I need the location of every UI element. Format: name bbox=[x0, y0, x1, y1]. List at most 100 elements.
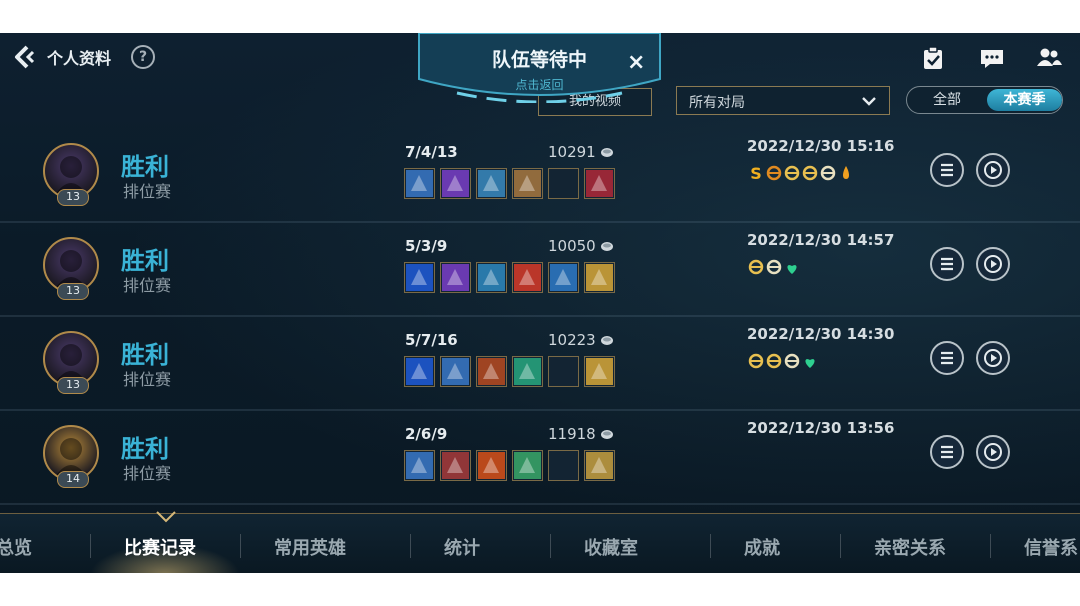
help-icon[interactable]: ? bbox=[131, 45, 155, 69]
s-rank-icon: S bbox=[750, 164, 762, 182]
page-title: 个人资料 bbox=[47, 49, 112, 68]
item-slot bbox=[548, 262, 579, 293]
list-icon bbox=[941, 351, 953, 365]
match-detail-button[interactable] bbox=[930, 435, 964, 469]
queue-waiting-banner[interactable]: 队伍等待中 点击返回 × bbox=[417, 33, 662, 103]
item-slot bbox=[476, 356, 507, 387]
triple-kill-icon bbox=[766, 259, 782, 275]
match-datetime: 2022/12/30 14:30 bbox=[747, 325, 895, 343]
item-slot bbox=[584, 450, 615, 481]
item-slot bbox=[440, 356, 471, 387]
match-mode: 排位赛 bbox=[123, 276, 172, 295]
list-icon bbox=[941, 163, 953, 177]
item-slot bbox=[584, 168, 615, 199]
match-row[interactable]: 13 胜利 排位赛 5/3/9 10050 2022/12/30 14:57 bbox=[0, 225, 1080, 317]
task-clipboard-icon[interactable] bbox=[920, 45, 946, 71]
row-divider bbox=[0, 315, 1080, 317]
match-datetime: 2022/12/30 13:56 bbox=[747, 419, 895, 437]
gold-amount: 10050 bbox=[548, 237, 596, 255]
hero-level-badge: 13 bbox=[57, 189, 89, 206]
replay-button[interactable] bbox=[976, 341, 1010, 375]
tab-item[interactable]: 总览 bbox=[0, 534, 32, 560]
friends-icon[interactable] bbox=[1036, 45, 1062, 71]
tab-item[interactable]: 比赛记录 bbox=[124, 534, 196, 560]
wings-icon bbox=[802, 165, 818, 181]
match-filter-value: 所有对局 bbox=[689, 95, 745, 111]
replay-button[interactable] bbox=[976, 435, 1010, 469]
chat-icon[interactable] bbox=[979, 45, 1005, 71]
tab-item[interactable]: 亲密关系 bbox=[874, 534, 946, 560]
tab-divider bbox=[410, 534, 411, 558]
gold-amount: 10223 bbox=[548, 331, 596, 349]
tab-item[interactable]: 信誉系 bbox=[1024, 534, 1078, 560]
wings-icon bbox=[766, 353, 782, 369]
tab-divider bbox=[710, 534, 711, 558]
replay-button[interactable] bbox=[976, 153, 1010, 187]
segment-all[interactable]: 全部 bbox=[907, 87, 987, 113]
kda: 5/3/9 bbox=[405, 237, 448, 255]
match-filter-dropdown[interactable]: 所有对局 bbox=[676, 86, 890, 115]
match-detail-button[interactable] bbox=[930, 341, 964, 375]
queue-return-link[interactable]: 点击返回 bbox=[417, 76, 662, 93]
shield-medal-icon bbox=[784, 165, 800, 181]
tab-divider bbox=[990, 534, 991, 558]
gold-coin-icon bbox=[601, 242, 613, 251]
item-slot bbox=[476, 262, 507, 293]
svg-text:S: S bbox=[750, 164, 762, 182]
item-slot bbox=[584, 356, 615, 387]
match-row[interactable]: 13 胜利 排位赛 7/4/13 10291 2022/12/30 15:16 … bbox=[0, 131, 1080, 223]
gold-amount: 10291 bbox=[548, 143, 596, 161]
wings-icon bbox=[748, 259, 764, 275]
item-slot bbox=[476, 168, 507, 199]
gold-amount: 11918 bbox=[548, 425, 596, 443]
bottom-tab-bar: 总览 比赛记录 常用英雄 统计 收藏室 成就 亲密关系 信誉系 bbox=[0, 511, 1080, 573]
match-mode: 排位赛 bbox=[123, 464, 172, 483]
tab-item[interactable]: 常用英雄 bbox=[274, 534, 346, 560]
item-slot bbox=[404, 356, 435, 387]
match-row[interactable]: 13 胜利 排位赛 5/7/16 10223 2022/12/30 14:30 bbox=[0, 319, 1080, 411]
match-datetime: 2022/12/30 15:16 bbox=[747, 137, 895, 155]
tab-item[interactable]: 统计 bbox=[444, 534, 480, 560]
back-arrow-icon[interactable] bbox=[10, 43, 38, 71]
replay-button[interactable] bbox=[976, 247, 1010, 281]
shield-medal-icon bbox=[748, 353, 764, 369]
hero-level-badge: 13 bbox=[57, 283, 89, 300]
match-result: 胜利 bbox=[121, 435, 169, 463]
match-detail-button[interactable] bbox=[930, 153, 964, 187]
drop-icon bbox=[843, 166, 849, 179]
match-row[interactable]: 14 胜利 排位赛 2/6/9 11918 2022/12/30 13:56 bbox=[0, 413, 1080, 505]
row-divider bbox=[0, 221, 1080, 223]
item-slot bbox=[440, 168, 471, 199]
item-slot bbox=[512, 450, 543, 481]
replay-icon bbox=[984, 349, 1002, 367]
match-detail-button[interactable] bbox=[930, 247, 964, 281]
row-divider bbox=[0, 503, 1080, 505]
item-slot bbox=[512, 262, 543, 293]
heart-plus-icon bbox=[805, 359, 815, 368]
match-result: 胜利 bbox=[121, 153, 169, 181]
replay-icon bbox=[984, 161, 1002, 179]
active-tab-marker-icon bbox=[156, 511, 176, 523]
gold-coin-icon bbox=[601, 430, 613, 439]
replay-icon bbox=[984, 443, 1002, 461]
app-window: 个人资料 ? 我的视频 所有对局 全部 本赛季 队伍等待中 点击返回 × 13 … bbox=[0, 33, 1080, 573]
item-slot bbox=[404, 168, 435, 199]
row-divider bbox=[0, 409, 1080, 411]
chevron-down-icon bbox=[862, 97, 876, 106]
list-icon bbox=[941, 257, 953, 271]
segment-this-season[interactable]: 本赛季 bbox=[987, 89, 1062, 111]
item-slot bbox=[584, 262, 615, 293]
item-slot bbox=[476, 450, 507, 481]
empty-item-slot bbox=[548, 356, 579, 387]
queue-title: 队伍等待中 bbox=[491, 49, 587, 71]
kda: 2/6/9 bbox=[405, 425, 448, 443]
replay-icon bbox=[984, 255, 1002, 273]
tab-item[interactable]: 成就 bbox=[744, 534, 780, 560]
close-icon[interactable]: × bbox=[627, 50, 645, 75]
match-result: 胜利 bbox=[121, 341, 169, 369]
item-slot bbox=[440, 450, 471, 481]
item-slot bbox=[512, 356, 543, 387]
tab-item[interactable]: 收藏室 bbox=[584, 534, 638, 560]
match-datetime: 2022/12/30 14:57 bbox=[747, 231, 895, 249]
crossed-swords-icon bbox=[766, 165, 782, 181]
